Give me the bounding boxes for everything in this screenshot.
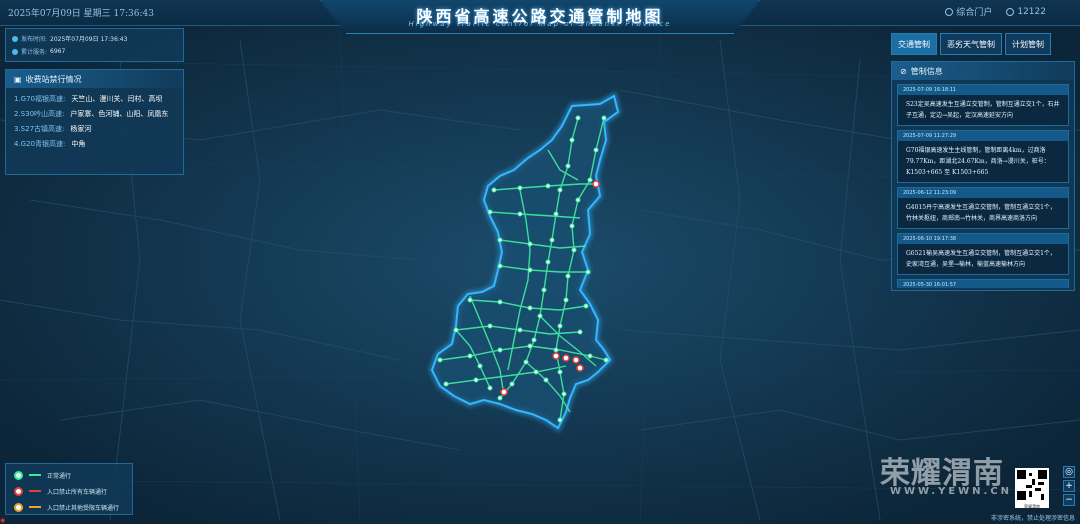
no-entry-marker bbox=[500, 388, 508, 396]
no-entry-marker bbox=[576, 364, 584, 372]
corner-logo-icon: ◉ bbox=[0, 517, 6, 524]
control-time: 2025-07-09 11:27:29 bbox=[898, 131, 1068, 141]
toll-road: 1.G70福银高速: bbox=[14, 95, 66, 103]
control-list[interactable]: 2025-07-09 16:18:11 S23定吴高速发生互通立交管制，管制互通… bbox=[892, 80, 1074, 288]
control-tabs: 交通管制 恶劣天气管制 计划管制 bbox=[891, 33, 1051, 55]
toll-stations: 杨家河 bbox=[70, 125, 92, 133]
control-card[interactable]: 2025-06-10 19:17:38 G6521榆吴高速发生互通立交管制，管制… bbox=[897, 233, 1069, 275]
header-links: 综合门户 12122 bbox=[945, 5, 1046, 18]
qr-label: 荣耀渭南 bbox=[1024, 504, 1040, 509]
publish-info-panel: 发布时间: 2025年07月09日 17:36:43 累计服务: 6967 bbox=[5, 28, 184, 62]
hotline-link[interactable]: 12122 bbox=[1006, 7, 1046, 17]
normal-node-icon bbox=[14, 470, 23, 480]
publish-time-row: 发布时间: 2025年07月09日 17:36:43 bbox=[12, 32, 177, 45]
control-text: G4015丹宁高速发生互通立交管制，管制互通立交1个，竹林关枢纽，商郏南→竹林关… bbox=[906, 204, 1056, 222]
service-count-label: 累计服务: bbox=[21, 49, 48, 56]
control-panel-header: ⊘ 管制信息 bbox=[892, 62, 1074, 80]
no-entry-marker bbox=[552, 352, 560, 360]
control-info-panel: ⊘ 管制信息 2025-07-09 16:18:11 S23定吴高速发生互通立交… bbox=[891, 61, 1075, 291]
no-entry-all-icon bbox=[14, 486, 23, 496]
no-entry-marker bbox=[572, 356, 580, 364]
user-icon bbox=[1006, 7, 1015, 16]
toll-stations: 中角 bbox=[71, 140, 86, 148]
toll-stations: 户家寨、色河铺、山阳、凤凰东 bbox=[70, 110, 169, 118]
hotline-label: 12122 bbox=[1017, 6, 1046, 17]
toll-road: 2.S30吟山高速: bbox=[14, 110, 65, 118]
no-entry-marker bbox=[592, 180, 600, 188]
toll-road: 3.S27古镇高速: bbox=[14, 125, 65, 133]
locate-button[interactable]: ◎ bbox=[1063, 466, 1075, 478]
zoom-in-button[interactable]: + bbox=[1063, 480, 1075, 492]
no-entry-line-icon bbox=[29, 490, 41, 492]
portal-link[interactable]: 综合门户 bbox=[945, 5, 992, 18]
header-datetime: 2025年07月09日 星期三 17:36:43 bbox=[8, 9, 154, 19]
toll-stations: 天竺山、漫川关、闫村、高坝 bbox=[71, 95, 163, 103]
publish-time-value: 2025年07月09日 17:36:43 bbox=[50, 36, 128, 43]
toll-list: 1.G70福银高速: 天竺山、漫川关、闫村、高坝 2.S30吟山高速: 户家寨、色河… bbox=[6, 88, 183, 160]
map-legend: 正常通行 入口禁止所有车辆通行 入口禁止其他受限车辆通行 bbox=[5, 463, 133, 515]
tab-traffic-control[interactable]: 交通管制 bbox=[891, 33, 937, 55]
service-count-row: 累计服务: 6967 bbox=[12, 45, 177, 58]
control-text: S23定吴高速发生互通立交管制，管制互通立交1个，石井子互通，定边→吴起，定汉高… bbox=[906, 101, 1060, 119]
zoom-out-button[interactable]: − bbox=[1063, 494, 1075, 506]
no-entry-restricted-icon bbox=[14, 502, 23, 512]
list-item[interactable]: 4.G20青银高速: 中角 bbox=[14, 139, 175, 154]
legend-label: 入口禁止所有车辆通行 bbox=[47, 488, 108, 496]
legend-item-no-entry-all: 入口禁止所有车辆通行 bbox=[14, 483, 124, 499]
restricted-line-icon bbox=[29, 506, 41, 508]
service-icon bbox=[12, 48, 18, 55]
list-item[interactable]: 2.S30吟山高速: 户家寨、色河铺、山阳、凤凰东 bbox=[14, 109, 175, 124]
control-card[interactable]: 2025-07-09 16:18:11 S23定吴高速发生互通立交管制，管制互通… bbox=[897, 84, 1069, 126]
control-panel-title: 管制信息 bbox=[910, 66, 943, 76]
list-item[interactable]: 3.S27古镇高速: 杨家河 bbox=[14, 124, 175, 139]
home-icon bbox=[945, 7, 954, 16]
toll-panel-title: 收费站禁行情况 bbox=[25, 74, 82, 84]
toll-station-icon: ▣ bbox=[14, 74, 22, 84]
watermark-site: WWW.YEWN.CN bbox=[890, 486, 1013, 497]
legend-label: 正常通行 bbox=[47, 472, 72, 480]
control-time: 2025-06-12 11:23:09 bbox=[898, 188, 1068, 198]
control-text: G6521榆吴高速发生互通立交管制，管制互通立交1个，史家湾互通，吴堡→榆林，榆… bbox=[906, 250, 1056, 268]
tab-weather-control[interactable]: 恶劣天气管制 bbox=[940, 33, 1002, 55]
page-subtitle: Highway traffic control map of Shaanxi P… bbox=[408, 20, 672, 28]
qr-code-icon bbox=[1017, 470, 1047, 500]
footer-notice: 非涉密系统，禁止处理涉密信息 bbox=[990, 515, 1075, 522]
map-zoom-control: ◎ + − bbox=[1063, 466, 1075, 506]
no-entry-icon: ⊘ bbox=[900, 66, 907, 76]
control-card[interactable]: 2025-06-12 11:23:09 G4015丹宁高速发生互通立交管制，管制… bbox=[897, 187, 1069, 229]
qr-code: 荣耀渭南 bbox=[1015, 468, 1049, 509]
control-time: 2025-06-10 19:17:38 bbox=[898, 234, 1068, 244]
legend-item-normal: 正常通行 bbox=[14, 467, 124, 483]
list-item[interactable]: 1.G70福银高速: 天竺山、漫川关、闫村、高坝 bbox=[14, 94, 175, 109]
toll-station-panel: ▣ 收费站禁行情况 1.G70福银高速: 天竺山、漫川关、闫村、高坝 2.S30吟… bbox=[5, 69, 184, 175]
normal-line-icon bbox=[29, 474, 41, 476]
legend-item-no-entry-restricted: 入口禁止其他受限车辆通行 bbox=[14, 499, 124, 515]
control-card[interactable]: 2025-07-09 11:27:29 G70福银高速发生主线管制，管制距离4k… bbox=[897, 130, 1069, 183]
publish-time-label: 发布时间: bbox=[21, 36, 48, 43]
clock-icon bbox=[12, 35, 18, 42]
tab-planned-control[interactable]: 计划管制 bbox=[1005, 33, 1051, 55]
portal-label: 综合门户 bbox=[956, 8, 993, 18]
toll-road: 4.G20青银高速: bbox=[14, 140, 66, 148]
control-time: 2025-05-30 16:01:57 bbox=[898, 280, 1068, 288]
no-entry-marker bbox=[562, 354, 570, 362]
toll-panel-header: ▣ 收费站禁行情况 bbox=[6, 70, 183, 88]
control-text: G70福银高速发生主线管制，管制距离4km，过商洛79.77Km，距湖北24.6… bbox=[906, 147, 1050, 176]
control-time: 2025-07-09 16:18:11 bbox=[898, 85, 1068, 95]
legend-label: 入口禁止其他受限车辆通行 bbox=[47, 504, 120, 512]
service-count-value: 6967 bbox=[50, 48, 66, 55]
control-card[interactable]: 2025-05-30 16:01:57 bbox=[897, 279, 1069, 288]
